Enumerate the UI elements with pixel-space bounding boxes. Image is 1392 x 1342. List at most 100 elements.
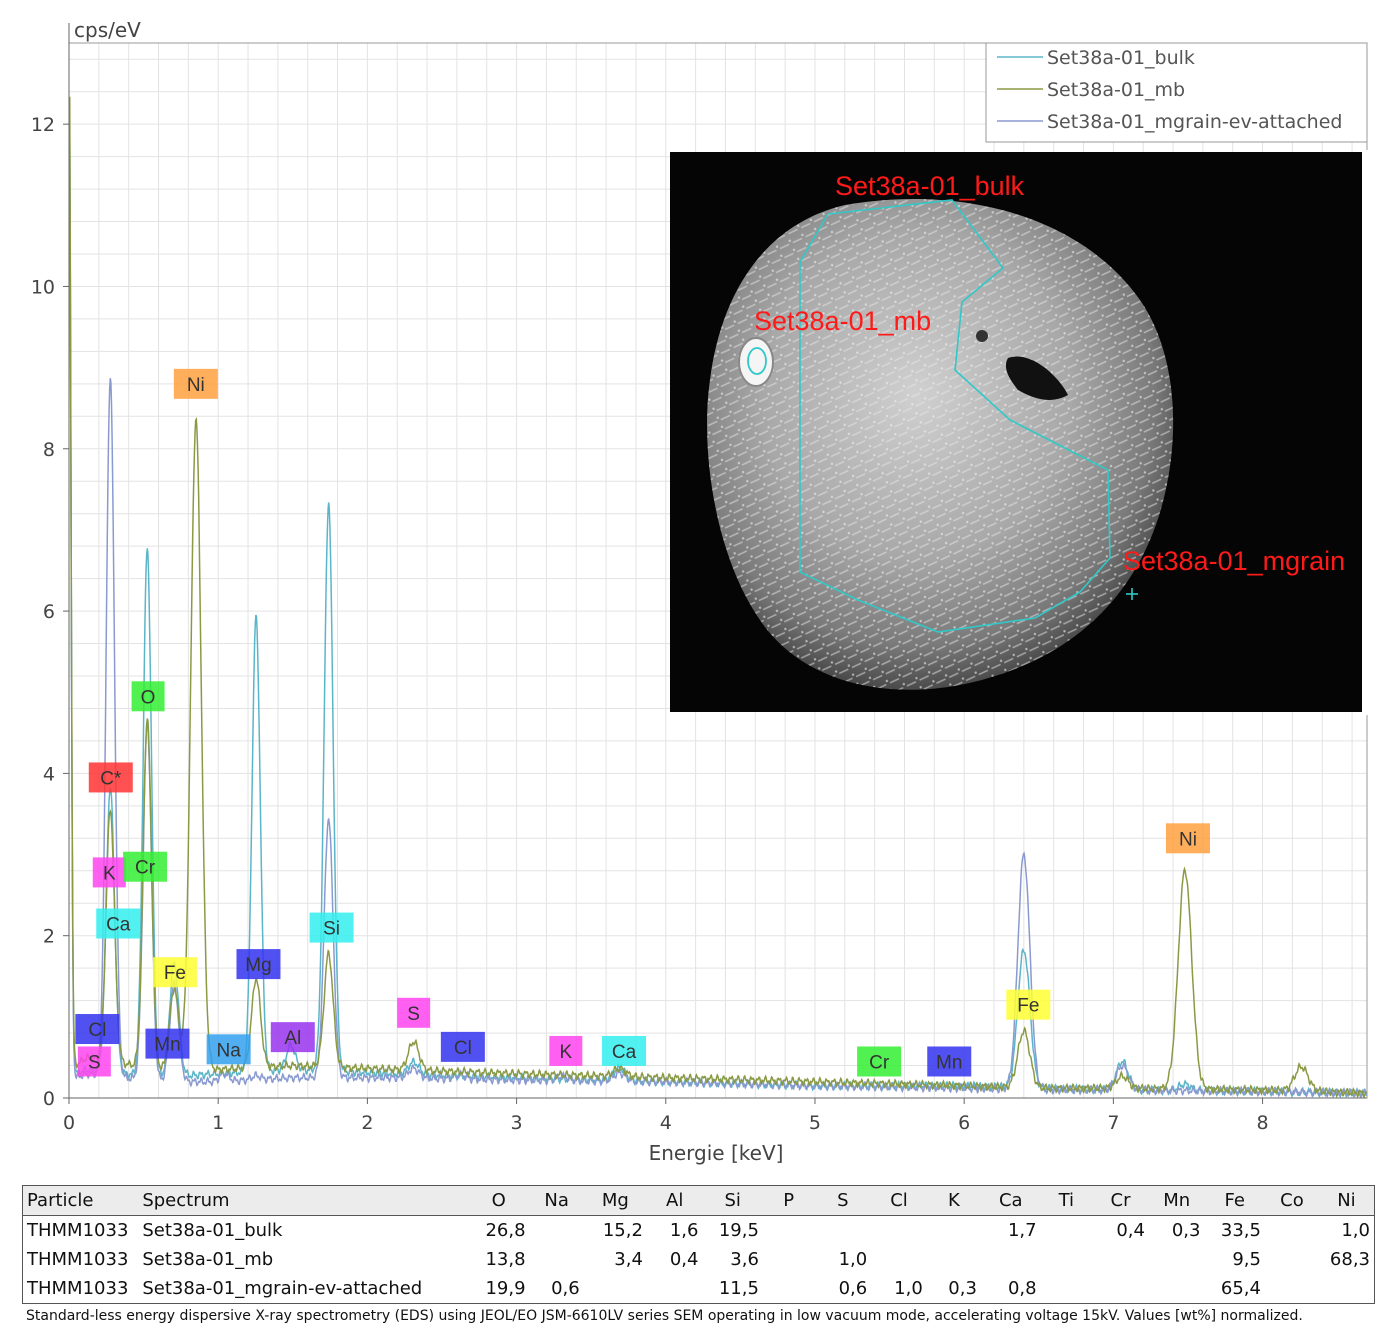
element-label-text: K: [559, 1042, 572, 1063]
table-cell: 1,0: [1341, 1220, 1370, 1241]
element-label: S: [77, 1046, 111, 1077]
y-tick-label: 2: [43, 926, 55, 948]
table-cell: Set38a-01_mb: [142, 1249, 274, 1270]
table-cell: 0,4: [1116, 1220, 1145, 1241]
element-label: Fe: [152, 957, 197, 988]
element-label: Ca: [96, 908, 141, 939]
table-header-co: Co: [1264, 1185, 1319, 1216]
element-label: Cl: [440, 1031, 485, 1062]
table-cell: 15,2: [602, 1220, 643, 1241]
table-cell: [927, 1245, 981, 1274]
element-label-text: Mg: [245, 955, 271, 976]
sem-image-inset: Set38a-01_bulk Set38a-01_mb Set38a-01_mg…: [670, 150, 1392, 715]
legend-label-2: Set38a-01_mgrain-ev-attached: [1047, 111, 1342, 133]
table-cell: 0,3: [948, 1278, 977, 1299]
table-cell: 19,9: [485, 1278, 526, 1299]
x-tick-label: 0: [63, 1112, 75, 1134]
element-label: Al: [270, 1022, 315, 1053]
x-tick-label: 8: [1257, 1112, 1269, 1134]
table-header-spectrum: Spectrum: [138, 1185, 468, 1216]
element-label-text: Fe: [164, 963, 186, 984]
table-header-na: Na: [529, 1185, 584, 1216]
element-label-text: K: [103, 863, 116, 884]
table-header-row: Particle Spectrum O Na Mg Al Si P S Cl K Ca Ti Cr Mn Fe…: [22, 1185, 1375, 1216]
y-axis-label: cps/eV: [74, 18, 141, 42]
x-tick-label: 5: [809, 1112, 821, 1134]
x-tick-label: 1: [212, 1112, 224, 1134]
table-cell: 3,6: [730, 1249, 759, 1270]
table-cell: [927, 1216, 981, 1246]
table-header-cr: Cr: [1092, 1185, 1149, 1216]
table-body: THMM1033 Set38a-01_bulk 26,8 15,2 1,6 19,5 1,7…: [22, 1215, 1375, 1304]
legend-label-0: Set38a-01_bulk: [1047, 47, 1195, 69]
table-cell: [871, 1245, 927, 1274]
table-cell: 0,6: [551, 1278, 580, 1299]
table-cell: [1265, 1216, 1319, 1246]
table-cell: [647, 1274, 703, 1304]
element-label: K: [92, 857, 126, 888]
element-label-text: Cl: [88, 1020, 106, 1041]
table-cell: [763, 1216, 814, 1246]
table-cell: 3,4: [614, 1249, 643, 1270]
table-header-particle: Particle: [22, 1185, 139, 1216]
element-label-text: Fe: [1017, 996, 1039, 1017]
table-cell: [1041, 1216, 1092, 1246]
footnote: Standard-less energy dispersive X-ray sp…: [26, 1308, 1303, 1324]
element-label-text: Cr: [869, 1052, 890, 1073]
table-cell: [1041, 1274, 1092, 1304]
table-cell: Set38a-01_mgrain-ev-attached: [142, 1278, 423, 1299]
table-header-fe: Fe: [1204, 1185, 1265, 1216]
element-label-text: Ni: [1179, 829, 1197, 850]
x-tick-label: 6: [958, 1112, 970, 1134]
table-header-ni: Ni: [1318, 1185, 1375, 1216]
table-cell: THMM1033: [27, 1249, 129, 1270]
table-header-mg: Mg: [583, 1185, 647, 1216]
element-label-text: S: [88, 1052, 101, 1073]
element-label-text: Ni: [187, 375, 205, 396]
table-cell: 0,3: [1171, 1220, 1201, 1241]
legend-label-1: Set38a-01_mb: [1047, 79, 1185, 101]
x-tick-label: 4: [660, 1112, 672, 1134]
element-label: Mn: [927, 1046, 972, 1077]
element-label-text: Ca: [612, 1042, 637, 1063]
table-cell: [1041, 1245, 1092, 1274]
element-label-text: C*: [100, 768, 122, 789]
element-label: Mg: [236, 949, 281, 980]
table-cell: 0,8: [1007, 1278, 1037, 1299]
table-header-s: S: [814, 1185, 872, 1216]
table-header-ca: Ca: [980, 1185, 1041, 1216]
table-cell: [1319, 1274, 1375, 1304]
chart-legend: Set38a-01_bulk Set38a-01_mb Set38a-01_mgra…: [985, 42, 1368, 143]
table-cell: 1,6: [669, 1220, 699, 1241]
element-label: Ni: [1165, 823, 1210, 854]
element-label-text: S: [407, 1004, 420, 1025]
element-label-text: Ca: [106, 915, 131, 936]
element-label-text: Si: [323, 919, 340, 940]
x-tick-label: 3: [511, 1112, 523, 1134]
element-label: O: [131, 681, 165, 712]
sem-label-mgrain: Set38a-01_mgrain: [1123, 546, 1345, 576]
table-cell: THMM1033: [27, 1278, 129, 1299]
table-cell: [530, 1216, 584, 1246]
x-tick-label: 7: [1107, 1112, 1119, 1134]
element-label: Ni: [173, 368, 218, 399]
table-cell: 65,4: [1220, 1278, 1261, 1299]
table-cell: [763, 1245, 814, 1274]
table-cell: 13,8: [485, 1249, 526, 1270]
table-cell: 11,5: [718, 1278, 759, 1299]
table-header-mn: Mn: [1148, 1185, 1205, 1216]
x-axis-label: Energie [keV]: [649, 1141, 784, 1165]
element-label: Ca: [602, 1035, 647, 1066]
element-label: Mn: [145, 1028, 190, 1059]
element-label: K: [549, 1035, 583, 1066]
table-cell: 1,7: [1007, 1220, 1037, 1241]
element-label-text: Cr: [135, 858, 156, 879]
element-label: Cr: [123, 851, 168, 882]
table-cell: 26,8: [485, 1220, 526, 1241]
table-row: THMM1033 Set38a-01_mb 13,8 3,4 0,4 3,6 1,0 9,5 6…: [23, 1245, 1375, 1274]
x-tick-label: 2: [361, 1112, 373, 1134]
table-cell: [814, 1216, 871, 1246]
element-label-text: Na: [216, 1040, 241, 1061]
table-cell: [1265, 1274, 1319, 1304]
y-tick-label: 8: [43, 439, 55, 461]
